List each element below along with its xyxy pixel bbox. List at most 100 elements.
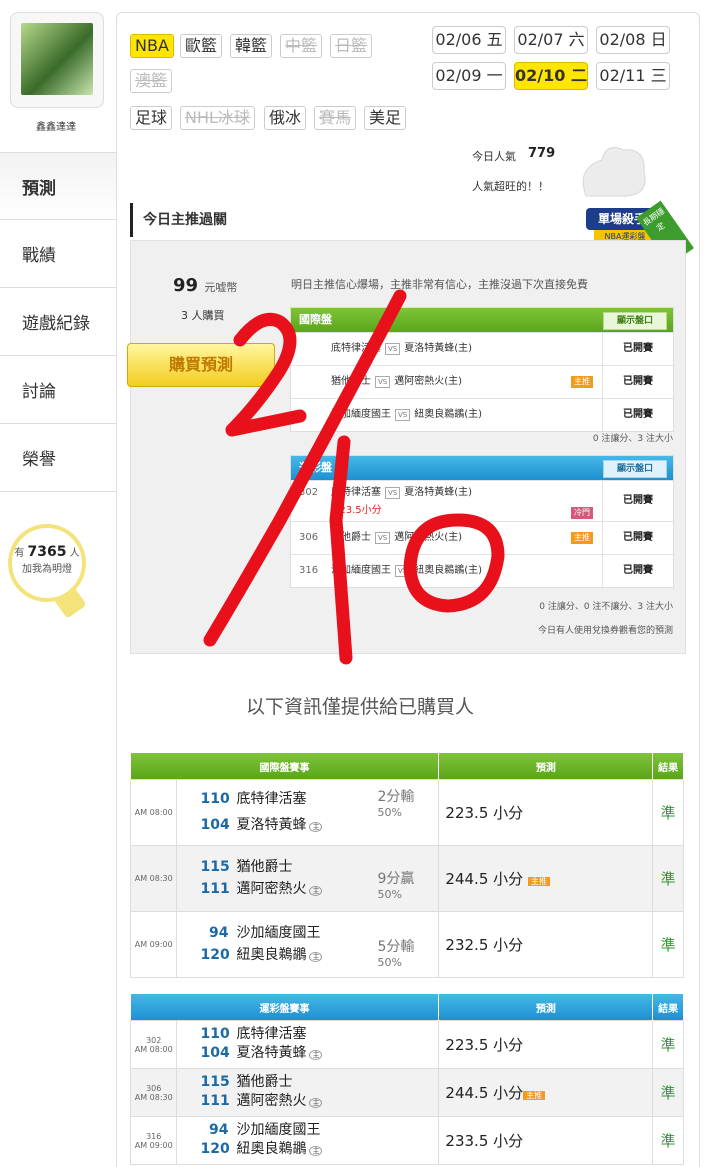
mascot-icon bbox=[582, 147, 646, 197]
sport-tag-china-basketball: 中籃 bbox=[280, 34, 323, 58]
game-status: 已開賽 bbox=[602, 399, 673, 431]
sport-tag-euro-basketball[interactable]: 歐籃 bbox=[180, 34, 223, 58]
nav-honors[interactable]: 榮譽 bbox=[0, 424, 116, 492]
sport-tag-american-football[interactable]: 美足 bbox=[364, 106, 407, 130]
header-game: 國際盤賽事 bbox=[130, 753, 440, 780]
cold-pick-tag: 冷門 bbox=[571, 507, 593, 519]
game-time: AM 08:00 bbox=[129, 779, 178, 846]
header-prediction: 預測 bbox=[438, 994, 654, 1021]
prediction: 233.5 小分 bbox=[438, 1116, 654, 1165]
pick-extra: 223.5小分 bbox=[333, 505, 382, 516]
intl-panel: 國際盤 顯示盤口 底特律活塞 VS 夏洛特黃蜂(主) 已開賽 猶他爵士 VS 邁阿密熱火… bbox=[290, 307, 674, 432]
username: 鑫鑫達達 bbox=[36, 122, 76, 133]
nav-game-history[interactable]: 遊戲紀錄 bbox=[0, 288, 116, 356]
result: 準 bbox=[652, 911, 684, 978]
intl-panel-title: 國際盤 bbox=[299, 313, 332, 326]
team: 紐奧良鵜鶘 bbox=[236, 946, 307, 963]
main-pick-tag: 主推 bbox=[571, 376, 593, 388]
sport-tag-horse-racing: 賽馬 bbox=[314, 106, 357, 130]
buyer-count: 3 人購買 bbox=[181, 309, 225, 322]
team: 夏洛特黃蜂 bbox=[236, 816, 307, 833]
lottery-row: 316 沙加緬度國王 VS 紐奧良鵜鶘(主) 已開賽 bbox=[291, 554, 673, 587]
score: 115 bbox=[200, 1073, 230, 1090]
score: 110 bbox=[200, 1025, 230, 1042]
lightbulb-follow-button[interactable]: 有 7365 人 加我為明燈 bbox=[8, 524, 86, 602]
header-game: 運彩盤賽事 bbox=[130, 994, 440, 1021]
lottery-summary: 0 注讓分、0 注不讓分、3 注大小 bbox=[539, 602, 673, 612]
date-0206[interactable]: 02/06 五 bbox=[432, 26, 506, 54]
date-0208[interactable]: 02/08 日 bbox=[596, 26, 670, 54]
lottery-row: 306 猶他爵士 VS 邁阿密熱火(主) 主推 已開賽 bbox=[291, 521, 673, 554]
sport-tag-japan-basketball: 日籃 bbox=[330, 34, 373, 58]
score: 110 bbox=[200, 790, 230, 807]
game-time: AM 08:30 bbox=[134, 1092, 173, 1102]
spread: 5分輸 bbox=[377, 939, 415, 955]
game-status: 已開賽 bbox=[602, 481, 673, 521]
team-home: 底特律活塞 bbox=[331, 487, 381, 498]
team: 夏洛特黃蜂 bbox=[236, 1044, 307, 1061]
vs-icon: VS bbox=[385, 487, 401, 499]
nav-record[interactable]: 戰績 bbox=[0, 220, 116, 288]
header-prediction: 預測 bbox=[438, 753, 654, 780]
game-number: 302 bbox=[146, 1035, 162, 1045]
prediction: 232.5 小分 bbox=[438, 911, 654, 978]
intl-show-odds-button[interactable]: 顯示盤口 bbox=[603, 312, 667, 330]
popularity-value: 779 bbox=[528, 146, 556, 161]
team-away: 夏洛特黃蜂(主) bbox=[404, 343, 473, 354]
sport-tag-korea-basketball[interactable]: 韓籃 bbox=[230, 34, 273, 58]
game-number: 316 bbox=[146, 1131, 162, 1141]
game-time: AM 08:30 bbox=[129, 845, 178, 912]
spread-pct: 50% bbox=[377, 956, 402, 969]
intl-results-table: 國際盤賽事 預測 結果 AM 08:00 110 底特律活塞 104 夏洛特黃蜂主 … bbox=[129, 753, 684, 978]
main-pick-tag: 主推 bbox=[571, 532, 593, 544]
game-cell: 110 底特律活塞 104 夏洛特黃蜂主 2分輸 50% bbox=[176, 779, 440, 846]
game-cell: 115 猶他爵士 111 邁阿密熱火主 bbox=[176, 1068, 440, 1117]
date-0210-selected[interactable]: 02/10 二 bbox=[514, 62, 588, 90]
vs-icon: VS bbox=[385, 343, 401, 355]
date-0207[interactable]: 02/07 六 bbox=[514, 26, 588, 54]
prediction: 244.5 小分 bbox=[445, 1084, 524, 1102]
game-status: 已開賽 bbox=[602, 366, 673, 398]
avatar[interactable] bbox=[10, 12, 104, 108]
lottery-row: 302 底特律活塞 VS 夏洛特黃蜂(主) 223.5小分 冷門 已開賽 bbox=[291, 480, 673, 521]
header-result: 結果 bbox=[652, 753, 684, 780]
team: 邁阿密熱火 bbox=[236, 880, 307, 897]
table-header-row: 運彩盤賽事 預測 結果 bbox=[130, 994, 684, 1021]
game-number: 306 bbox=[146, 1083, 162, 1093]
game-status: 已開賽 bbox=[602, 555, 673, 587]
team-away: 邁阿密熱火(主) bbox=[394, 376, 463, 387]
nav-discussion[interactable]: 討論 bbox=[0, 356, 116, 424]
date-0209[interactable]: 02/09 一 bbox=[432, 62, 506, 90]
team: 底特律活塞 bbox=[236, 1025, 307, 1042]
spread-result: 9分贏 50% bbox=[377, 868, 414, 901]
team-home: 沙加緬度國王 bbox=[331, 409, 391, 420]
spread-pct: 50% bbox=[377, 806, 402, 819]
result: 準 bbox=[652, 779, 684, 846]
host-mark: 主 bbox=[309, 885, 323, 896]
lottery-show-odds-button[interactable]: 顯示盤口 bbox=[603, 460, 667, 478]
nav-predictions[interactable]: 預測 bbox=[0, 152, 116, 220]
score: 104 bbox=[200, 1044, 230, 1061]
game-time: AM 08:00 bbox=[134, 1044, 173, 1054]
table-row: 316 AM 09:00 94 沙加緬度國王 120 紐奧良鵜鶘主 233.5 小分 … bbox=[129, 1116, 684, 1165]
sport-tag-football[interactable]: 足球 bbox=[130, 106, 173, 130]
bulb-prefix: 有 bbox=[14, 548, 25, 559]
sport-tag-nba[interactable]: NBA bbox=[130, 34, 174, 58]
game-number: 306 bbox=[299, 532, 319, 543]
date-0211[interactable]: 02/11 三 bbox=[596, 62, 670, 90]
buy-prediction-button[interactable]: 購買預測 bbox=[127, 343, 275, 387]
score: 94 bbox=[209, 924, 229, 941]
lottery-panel: 運彩盤 顯示盤口 302 底特律活塞 VS 夏洛特黃蜂(主) 223.5小分 冷門 … bbox=[290, 455, 674, 588]
offer-box: 99 元嘘幣 3 人購買 購買預測 明日主推信心爆場，主推非常有信心，主推沒過下… bbox=[127, 240, 686, 654]
result: 準 bbox=[652, 1020, 684, 1069]
price-unit: 元嘘幣 bbox=[204, 281, 238, 294]
team: 猶他爵士 bbox=[236, 858, 293, 875]
table-row: AM 08:30 115 猶他爵士 111 邁阿密熱火主 9分贏 50% 244.5 … bbox=[129, 845, 684, 912]
price: 99 元嘘幣 bbox=[173, 275, 237, 296]
score: 111 bbox=[200, 880, 230, 897]
table-row: 302 AM 08:00 110 底特律活塞 104 夏洛特黃蜂主 223.5 小分 … bbox=[129, 1020, 684, 1069]
sport-tag-russia-hockey[interactable]: 俄冰 bbox=[264, 106, 307, 130]
sport-tag-australia-basketball: 澳籃 bbox=[130, 69, 173, 93]
result: 準 bbox=[652, 845, 684, 912]
spread-result: 2分輸 50% bbox=[377, 786, 414, 819]
